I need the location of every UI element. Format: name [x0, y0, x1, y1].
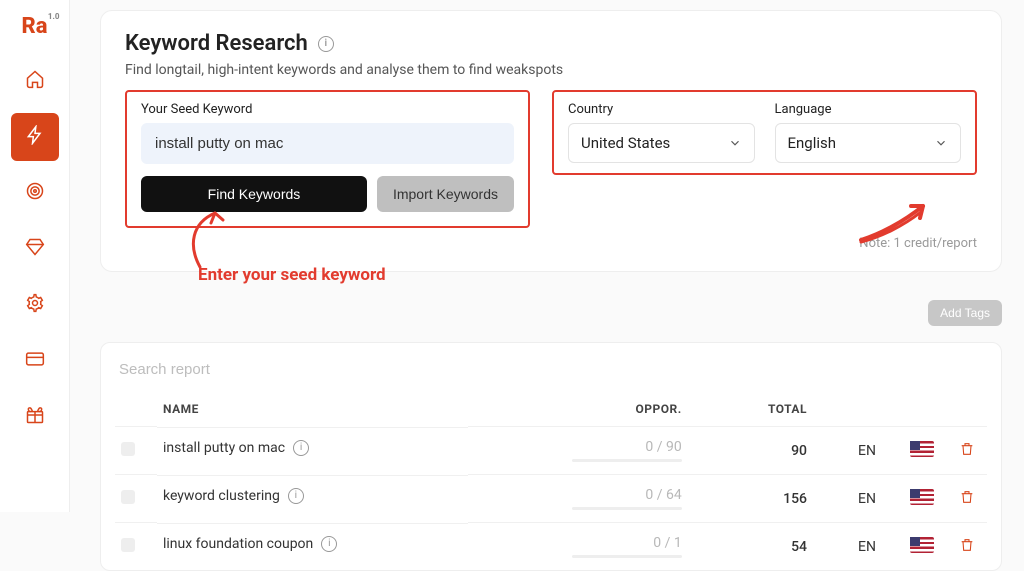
sidebar-item-target[interactable] — [11, 169, 59, 217]
seed-label: Your Seed Keyword — [141, 102, 514, 117]
info-icon[interactable]: i — [288, 488, 304, 504]
delete-row-button[interactable] — [959, 445, 975, 461]
seed-keyword-input[interactable] — [141, 123, 514, 164]
home-icon — [25, 69, 45, 93]
credit-note: Note: 1 credit/report — [125, 236, 977, 251]
delete-row-button[interactable] — [959, 541, 975, 557]
country-select[interactable]: United States — [568, 123, 755, 163]
row-name: keyword clustering i — [157, 475, 468, 516]
gear-icon — [25, 293, 45, 317]
report-table: NAME OPPOR. TOTAL install putty on mac i… — [115, 392, 987, 570]
col-total: TOTAL — [712, 392, 837, 427]
table-row[interactable]: linux foundation coupon i0 / 154EN — [115, 523, 987, 571]
spiral-icon — [25, 181, 45, 205]
seed-buttons: Find Keywords Import Keywords — [141, 176, 514, 212]
main: Keyword Research i Find longtail, high-i… — [70, 0, 1024, 512]
sidebar-item-diamond[interactable] — [11, 225, 59, 273]
find-keywords-button[interactable]: Find Keywords — [141, 176, 367, 212]
row-total: 90 — [712, 427, 837, 475]
row-flag — [897, 475, 947, 523]
us-flag-icon — [910, 441, 934, 457]
logo-text: Ra — [22, 14, 48, 39]
row-lang: EN — [837, 427, 897, 475]
row-checkbox[interactable] — [121, 538, 135, 552]
row-total: 156 — [712, 475, 837, 523]
language-label: Language — [775, 102, 962, 117]
info-icon[interactable]: i — [321, 536, 337, 552]
logo-version: 1.0 — [48, 12, 60, 21]
info-icon[interactable]: i — [293, 440, 309, 456]
row-flag — [897, 523, 947, 571]
chevron-down-icon — [934, 136, 948, 150]
keyword-research-card: Keyword Research i Find longtail, high-i… — [100, 10, 1002, 272]
import-keywords-button[interactable]: Import Keywords — [377, 176, 514, 212]
row-lang: EN — [837, 523, 897, 571]
seed-keyword-panel: Your Seed Keyword Find Keywords Import K… — [125, 90, 530, 228]
us-flag-icon — [910, 537, 934, 553]
row-total: 54 — [712, 523, 837, 571]
row-checkbox[interactable] — [121, 490, 135, 504]
addtags-row: Add Tags — [100, 300, 1002, 326]
chevron-down-icon — [728, 136, 742, 150]
locale-panel: Country United States Language English — [552, 90, 977, 175]
controls-row: Your Seed Keyword Find Keywords Import K… — [125, 90, 977, 228]
report-card: NAME OPPOR. TOTAL install putty on mac i… — [100, 342, 1002, 571]
col-name: NAME — [157, 392, 468, 427]
sidebar-item-gift[interactable] — [11, 393, 59, 441]
row-name: install putty on mac i — [157, 427, 468, 468]
row-lang: EN — [837, 475, 897, 523]
sidebar: Ra1.0 — [0, 0, 70, 512]
language-select[interactable]: English — [775, 123, 962, 163]
row-checkbox[interactable] — [121, 442, 135, 456]
country-label: Country — [568, 102, 755, 117]
sidebar-item-keyword-research[interactable] — [11, 113, 59, 161]
page-title-text: Keyword Research — [125, 31, 308, 56]
page-subtitle: Find longtail, high-intent keywords and … — [125, 62, 977, 78]
info-icon[interactable]: i — [318, 36, 334, 52]
delete-row-button[interactable] — [959, 493, 975, 509]
country-field: Country United States — [568, 102, 755, 163]
us-flag-icon — [910, 489, 934, 505]
row-oppor: 0 / 90 — [468, 427, 712, 475]
diamond-icon — [25, 237, 45, 261]
sidebar-item-home[interactable] — [11, 57, 59, 105]
card-icon — [25, 349, 45, 373]
language-value: English — [788, 134, 837, 152]
table-row[interactable]: keyword clustering i0 / 64156EN — [115, 475, 987, 523]
row-oppor: 0 / 1 — [468, 523, 712, 571]
page-title: Keyword Research i — [125, 31, 977, 56]
language-field: Language English — [775, 102, 962, 163]
col-oppor: OPPOR. — [468, 392, 712, 427]
bolt-icon — [25, 125, 45, 149]
search-report-input[interactable] — [115, 353, 987, 386]
add-tags-button[interactable]: Add Tags — [928, 300, 1002, 326]
app-logo: Ra1.0 — [22, 8, 48, 53]
gift-icon — [25, 405, 45, 429]
row-flag — [897, 427, 947, 475]
row-oppor: 0 / 64 — [468, 475, 712, 523]
sidebar-item-settings[interactable] — [11, 281, 59, 329]
sidebar-item-card[interactable] — [11, 337, 59, 385]
row-name: linux foundation coupon i — [157, 523, 468, 564]
table-row[interactable]: install putty on mac i0 / 9090EN — [115, 427, 987, 475]
country-value: United States — [581, 134, 670, 152]
